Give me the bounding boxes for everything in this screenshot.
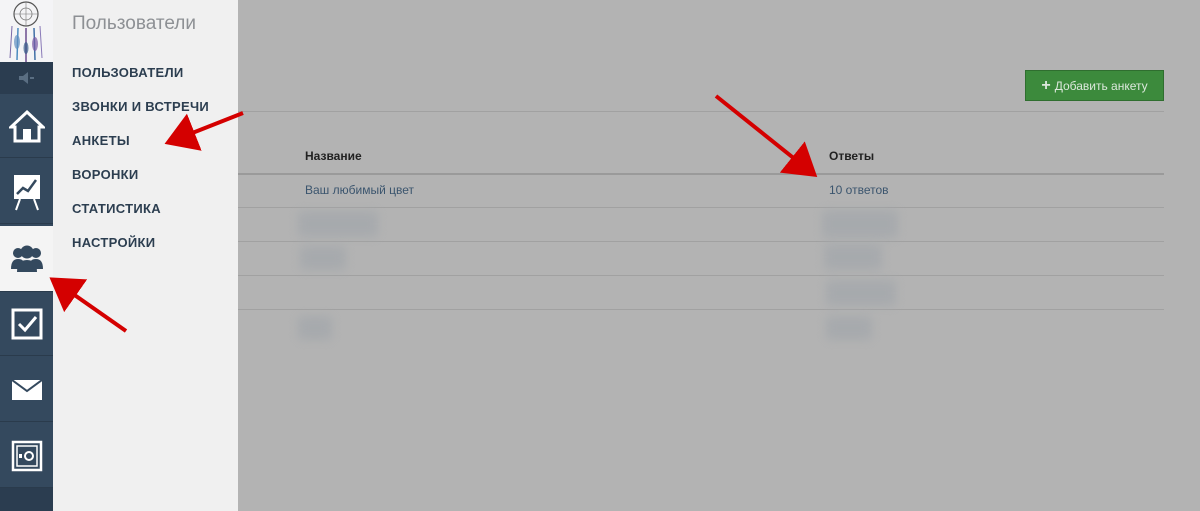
sidebar-rail <box>0 0 53 511</box>
redacted-cell <box>822 210 898 238</box>
survey-answers-link[interactable]: 10 ответов <box>829 183 889 197</box>
nav-mail[interactable] <box>0 358 53 422</box>
survey-name-link[interactable]: Ваш любимый цвет <box>305 183 414 197</box>
announcements-button[interactable] <box>0 62 53 94</box>
table-row-divider <box>238 275 1164 276</box>
table-row-divider <box>238 309 1164 310</box>
redacted-cell <box>824 244 882 270</box>
submenu-title: Пользователи <box>72 13 197 34</box>
dreamcatcher-logo <box>9 1 43 62</box>
home-icon <box>8 109 45 142</box>
redacted-cell <box>826 280 896 306</box>
speaker-icon <box>18 72 34 84</box>
submenu-item-calls-meetings[interactable]: ЗВОНКИ И ВСТРЕЧИ <box>72 99 209 114</box>
add-survey-label: Добавить анкету <box>1054 78 1148 93</box>
chart-icon <box>13 174 40 210</box>
nav-tasks[interactable] <box>0 292 53 356</box>
table-row-divider <box>238 241 1164 242</box>
redacted-cell <box>298 211 378 237</box>
nav-home[interactable] <box>0 94 53 158</box>
table-row-divider <box>238 207 1164 208</box>
column-header-name: Название <box>305 149 362 163</box>
rail-footer <box>0 488 53 511</box>
submenu-item-funnels[interactable]: ВОРОНКИ <box>72 167 139 182</box>
nav-statistics[interactable] <box>0 160 53 224</box>
column-header-answers: Ответы <box>829 149 875 163</box>
checkbox-icon <box>11 308 42 339</box>
table-header-divider <box>238 173 1164 175</box>
submenu-item-statistics[interactable]: СТАТИСТИКА <box>72 201 161 216</box>
arrow-to-answers <box>714 94 818 177</box>
submenu-item-users[interactable]: ПОЛЬЗОВАТЕЛИ <box>72 65 184 80</box>
mail-icon <box>10 378 43 400</box>
header-divider <box>238 111 1164 112</box>
submenu-item-settings[interactable]: НАСТРОЙКИ <box>72 235 155 250</box>
safe-icon <box>11 440 42 471</box>
nav-users[interactable] <box>0 226 53 292</box>
users-submenu: Пользователи ПОЛЬЗОВАТЕЛИ ЗВОНКИ И ВСТРЕ… <box>53 0 238 511</box>
redacted-cell <box>300 246 346 270</box>
plus-icon: + <box>1041 76 1051 94</box>
nav-safe[interactable] <box>0 424 53 488</box>
redacted-cell <box>826 316 872 340</box>
users-icon <box>10 245 43 272</box>
redacted-cell <box>298 316 332 340</box>
add-survey-button[interactable]: + Добавить анкету <box>1025 70 1164 101</box>
submenu-item-surveys[interactable]: АНКЕТЫ <box>72 133 130 148</box>
logo <box>0 0 53 62</box>
